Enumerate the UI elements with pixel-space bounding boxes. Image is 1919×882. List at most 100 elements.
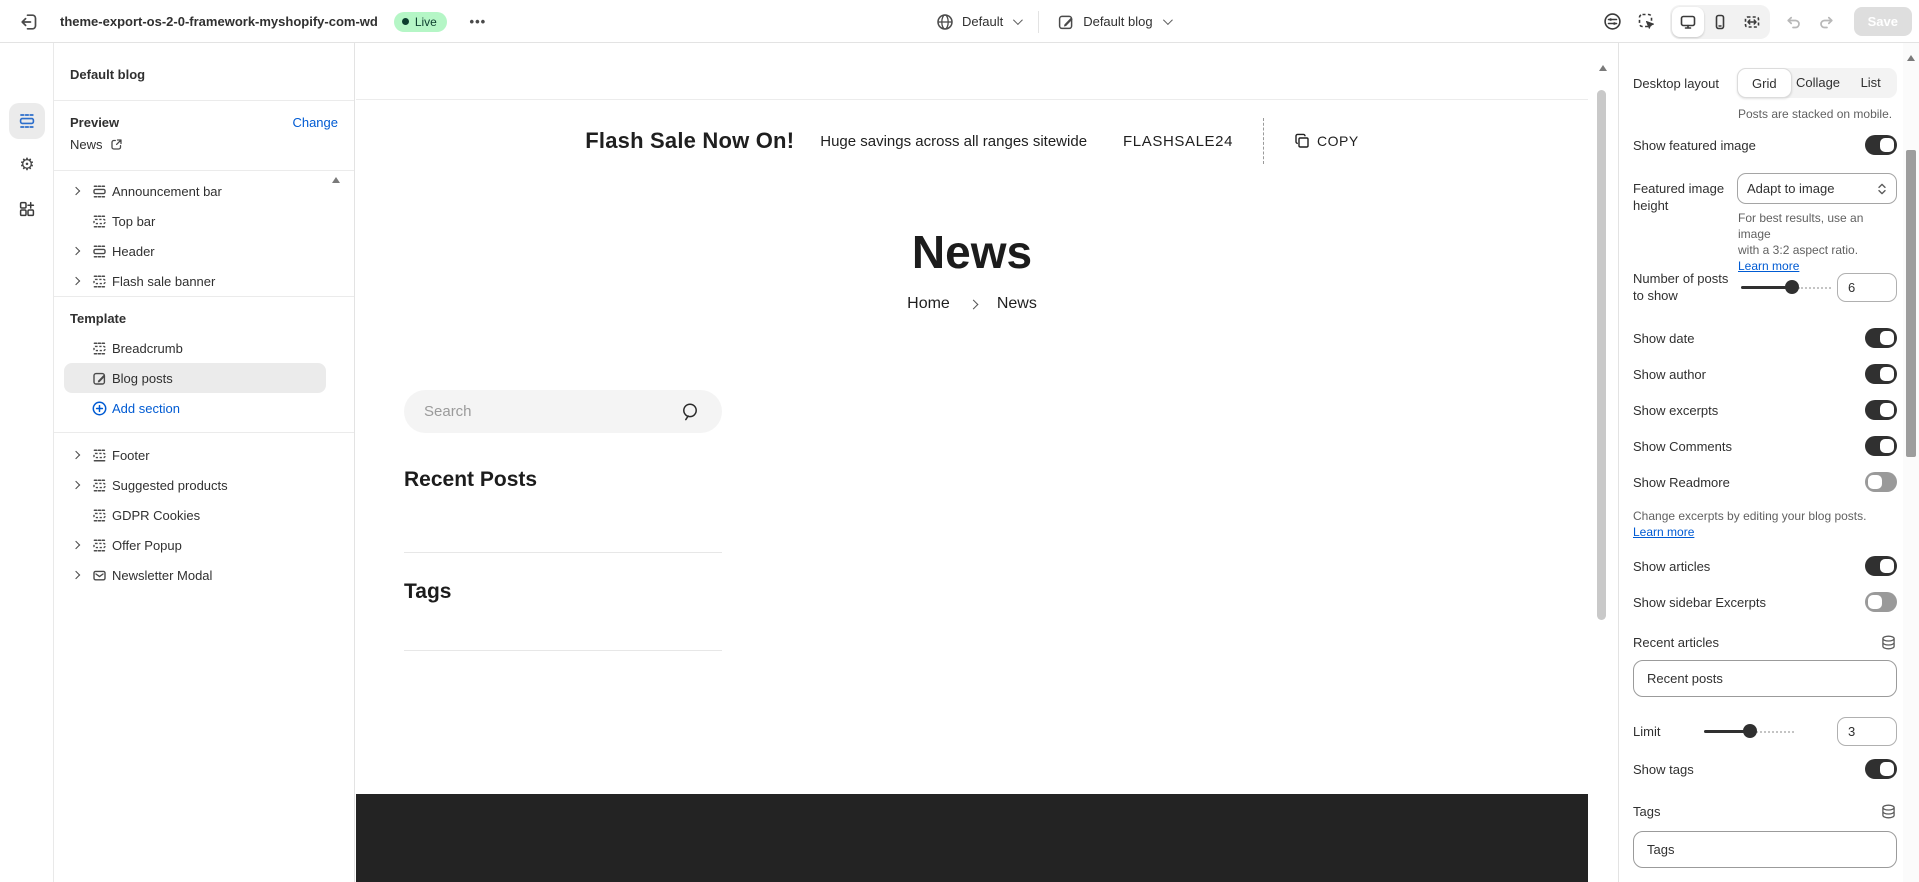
- chevron-right-icon[interactable]: [72, 187, 80, 195]
- sidebar-item-footer[interactable]: Footer: [64, 440, 326, 470]
- ellipsis-icon: •••: [470, 14, 487, 29]
- sidebar-item-breadcrumb[interactable]: Breadcrumb: [64, 333, 326, 363]
- recent-articles-input[interactable]: [1633, 660, 1897, 697]
- section-icon: [88, 448, 110, 463]
- chevron-right-icon[interactable]: [72, 541, 80, 549]
- inspect-button[interactable]: [1632, 7, 1662, 37]
- fullscreen-view-button[interactable]: [1736, 7, 1768, 37]
- mobile-view-button[interactable]: [1704, 7, 1736, 37]
- tags-heading: Tags: [404, 580, 451, 604]
- sidebar-item-gdpr-cookies[interactable]: GDPR Cookies: [64, 500, 326, 530]
- section-icon: [88, 274, 110, 289]
- locale-selector[interactable]: Default: [928, 8, 1028, 36]
- sidebar-item-newsletter-modal[interactable]: Newsletter Modal: [64, 560, 326, 590]
- sidebar-item-header[interactable]: Header: [64, 236, 326, 266]
- app-embeds-tab[interactable]: [9, 191, 45, 227]
- chevron-right-icon[interactable]: [72, 451, 80, 459]
- recent-posts-heading: Recent Posts: [404, 468, 537, 492]
- add-section-button[interactable]: Add section: [64, 393, 326, 423]
- show-date-toggle[interactable]: [1865, 328, 1897, 348]
- chevron-right-icon[interactable]: [72, 277, 80, 285]
- tree-scroll-up-arrow[interactable]: [332, 177, 340, 183]
- flash-sale-subtitle: Huge savings across all ranges sitewide: [820, 133, 1087, 150]
- desktop-view-button[interactable]: [1672, 7, 1704, 37]
- save-button[interactable]: Save: [1854, 7, 1912, 36]
- tags-input[interactable]: [1633, 831, 1897, 868]
- sidebar-item-offer-popup[interactable]: Offer Popup: [64, 530, 326, 560]
- sidebar-item-top-bar[interactable]: Top bar: [64, 206, 326, 236]
- learn-more-link[interactable]: Learn more: [1633, 525, 1694, 539]
- search-input[interactable]: [424, 403, 680, 420]
- section-icon: [88, 214, 110, 229]
- copy-code-button[interactable]: COPY: [1294, 133, 1359, 149]
- desktop-icon: [1679, 13, 1697, 31]
- app-embeds-button[interactable]: [1598, 7, 1628, 37]
- number-of-posts-input[interactable]: [1837, 273, 1897, 302]
- sections-tab[interactable]: [9, 103, 45, 139]
- left-icon-rail: ⚙: [0, 43, 54, 882]
- chevron-right-icon[interactable]: [72, 481, 80, 489]
- scrollbar-thumb[interactable]: [1906, 150, 1916, 457]
- theme-settings-tab[interactable]: ⚙: [9, 147, 45, 183]
- edit-page-icon: [88, 371, 110, 386]
- show-author-toggle[interactable]: [1865, 364, 1897, 384]
- sections-icon: [18, 112, 36, 130]
- limit-input[interactable]: [1837, 717, 1897, 746]
- sidebar-item-suggested-products[interactable]: Suggested products: [64, 470, 326, 500]
- envelope-icon: [88, 568, 110, 583]
- show-comments-label: Show Comments: [1633, 439, 1732, 454]
- divider: [54, 170, 354, 171]
- layout-option-grid[interactable]: Grid: [1737, 68, 1792, 98]
- copy-icon: [1294, 133, 1310, 149]
- chevron-right-icon[interactable]: [72, 571, 80, 579]
- show-articles-toggle[interactable]: [1865, 556, 1897, 576]
- redo-icon: [1818, 13, 1836, 31]
- featured-image-height-label: Featured image height: [1633, 180, 1735, 214]
- chevron-right-icon[interactable]: [72, 247, 80, 255]
- change-preview-link[interactable]: Change: [292, 115, 338, 130]
- recent-articles-label: Recent articles: [1633, 635, 1719, 650]
- scroll-up-arrow[interactable]: [1907, 55, 1915, 61]
- topbar: theme-export-os-2-0-framework-myshopify-…: [0, 0, 1919, 43]
- undo-button[interactable]: [1778, 7, 1808, 37]
- search-icon[interactable]: [680, 401, 702, 423]
- sidebar-item-blog-posts[interactable]: Blog posts: [64, 363, 326, 393]
- show-featured-image-toggle[interactable]: [1865, 135, 1897, 155]
- undo-icon: [1784, 13, 1802, 31]
- limit-slider[interactable]: [1704, 724, 1794, 738]
- more-actions-button[interactable]: •••: [463, 7, 493, 37]
- blog-search-box: [404, 390, 722, 433]
- dynamic-source-icon[interactable]: [1880, 634, 1897, 651]
- breadcrumb-home-link[interactable]: Home: [907, 295, 950, 313]
- show-readmore-label: Show Readmore: [1633, 475, 1730, 490]
- page-title: News: [356, 225, 1588, 279]
- show-comments-toggle[interactable]: [1865, 436, 1897, 456]
- show-readmore-toggle[interactable]: [1865, 472, 1897, 492]
- live-dot-icon: [402, 18, 409, 25]
- template-selector[interactable]: Default blog: [1049, 8, 1177, 36]
- dynamic-source-icon[interactable]: [1880, 803, 1897, 820]
- redo-button[interactable]: [1812, 7, 1842, 37]
- excerpts-note: Change excerpts by editing your blog pos…: [1633, 508, 1897, 540]
- template-label: Default blog: [1083, 14, 1152, 29]
- sidebar-item-flash-sale-banner[interactable]: Flash sale banner: [64, 266, 326, 296]
- show-sidebar-excerpts-toggle[interactable]: [1865, 592, 1897, 612]
- sidebar-item-announcement-bar[interactable]: Announcement bar: [64, 176, 326, 206]
- divider: [54, 432, 354, 433]
- show-excerpts-toggle[interactable]: [1865, 400, 1897, 420]
- show-excerpts-label: Show excerpts: [1633, 403, 1718, 418]
- layout-option-collage[interactable]: Collage: [1792, 68, 1845, 98]
- scrollbar-thumb[interactable]: [1597, 90, 1606, 620]
- breadcrumb: Home News: [356, 295, 1588, 313]
- layout-option-list[interactable]: List: [1844, 68, 1897, 98]
- external-link-icon[interactable]: [110, 138, 123, 151]
- section-icon: [88, 478, 110, 493]
- inspector-cursor-icon: [1637, 12, 1656, 31]
- featured-image-height-select[interactable]: Adapt to image: [1737, 173, 1897, 204]
- number-of-posts-slider[interactable]: [1741, 280, 1831, 294]
- scroll-up-arrow[interactable]: [1599, 65, 1607, 71]
- show-tags-label: Show tags: [1633, 762, 1694, 777]
- exit-editor-button[interactable]: [14, 7, 44, 37]
- flash-sale-banner: Flash Sale Now On! Huge savings across a…: [356, 111, 1588, 171]
- show-tags-toggle[interactable]: [1865, 759, 1897, 779]
